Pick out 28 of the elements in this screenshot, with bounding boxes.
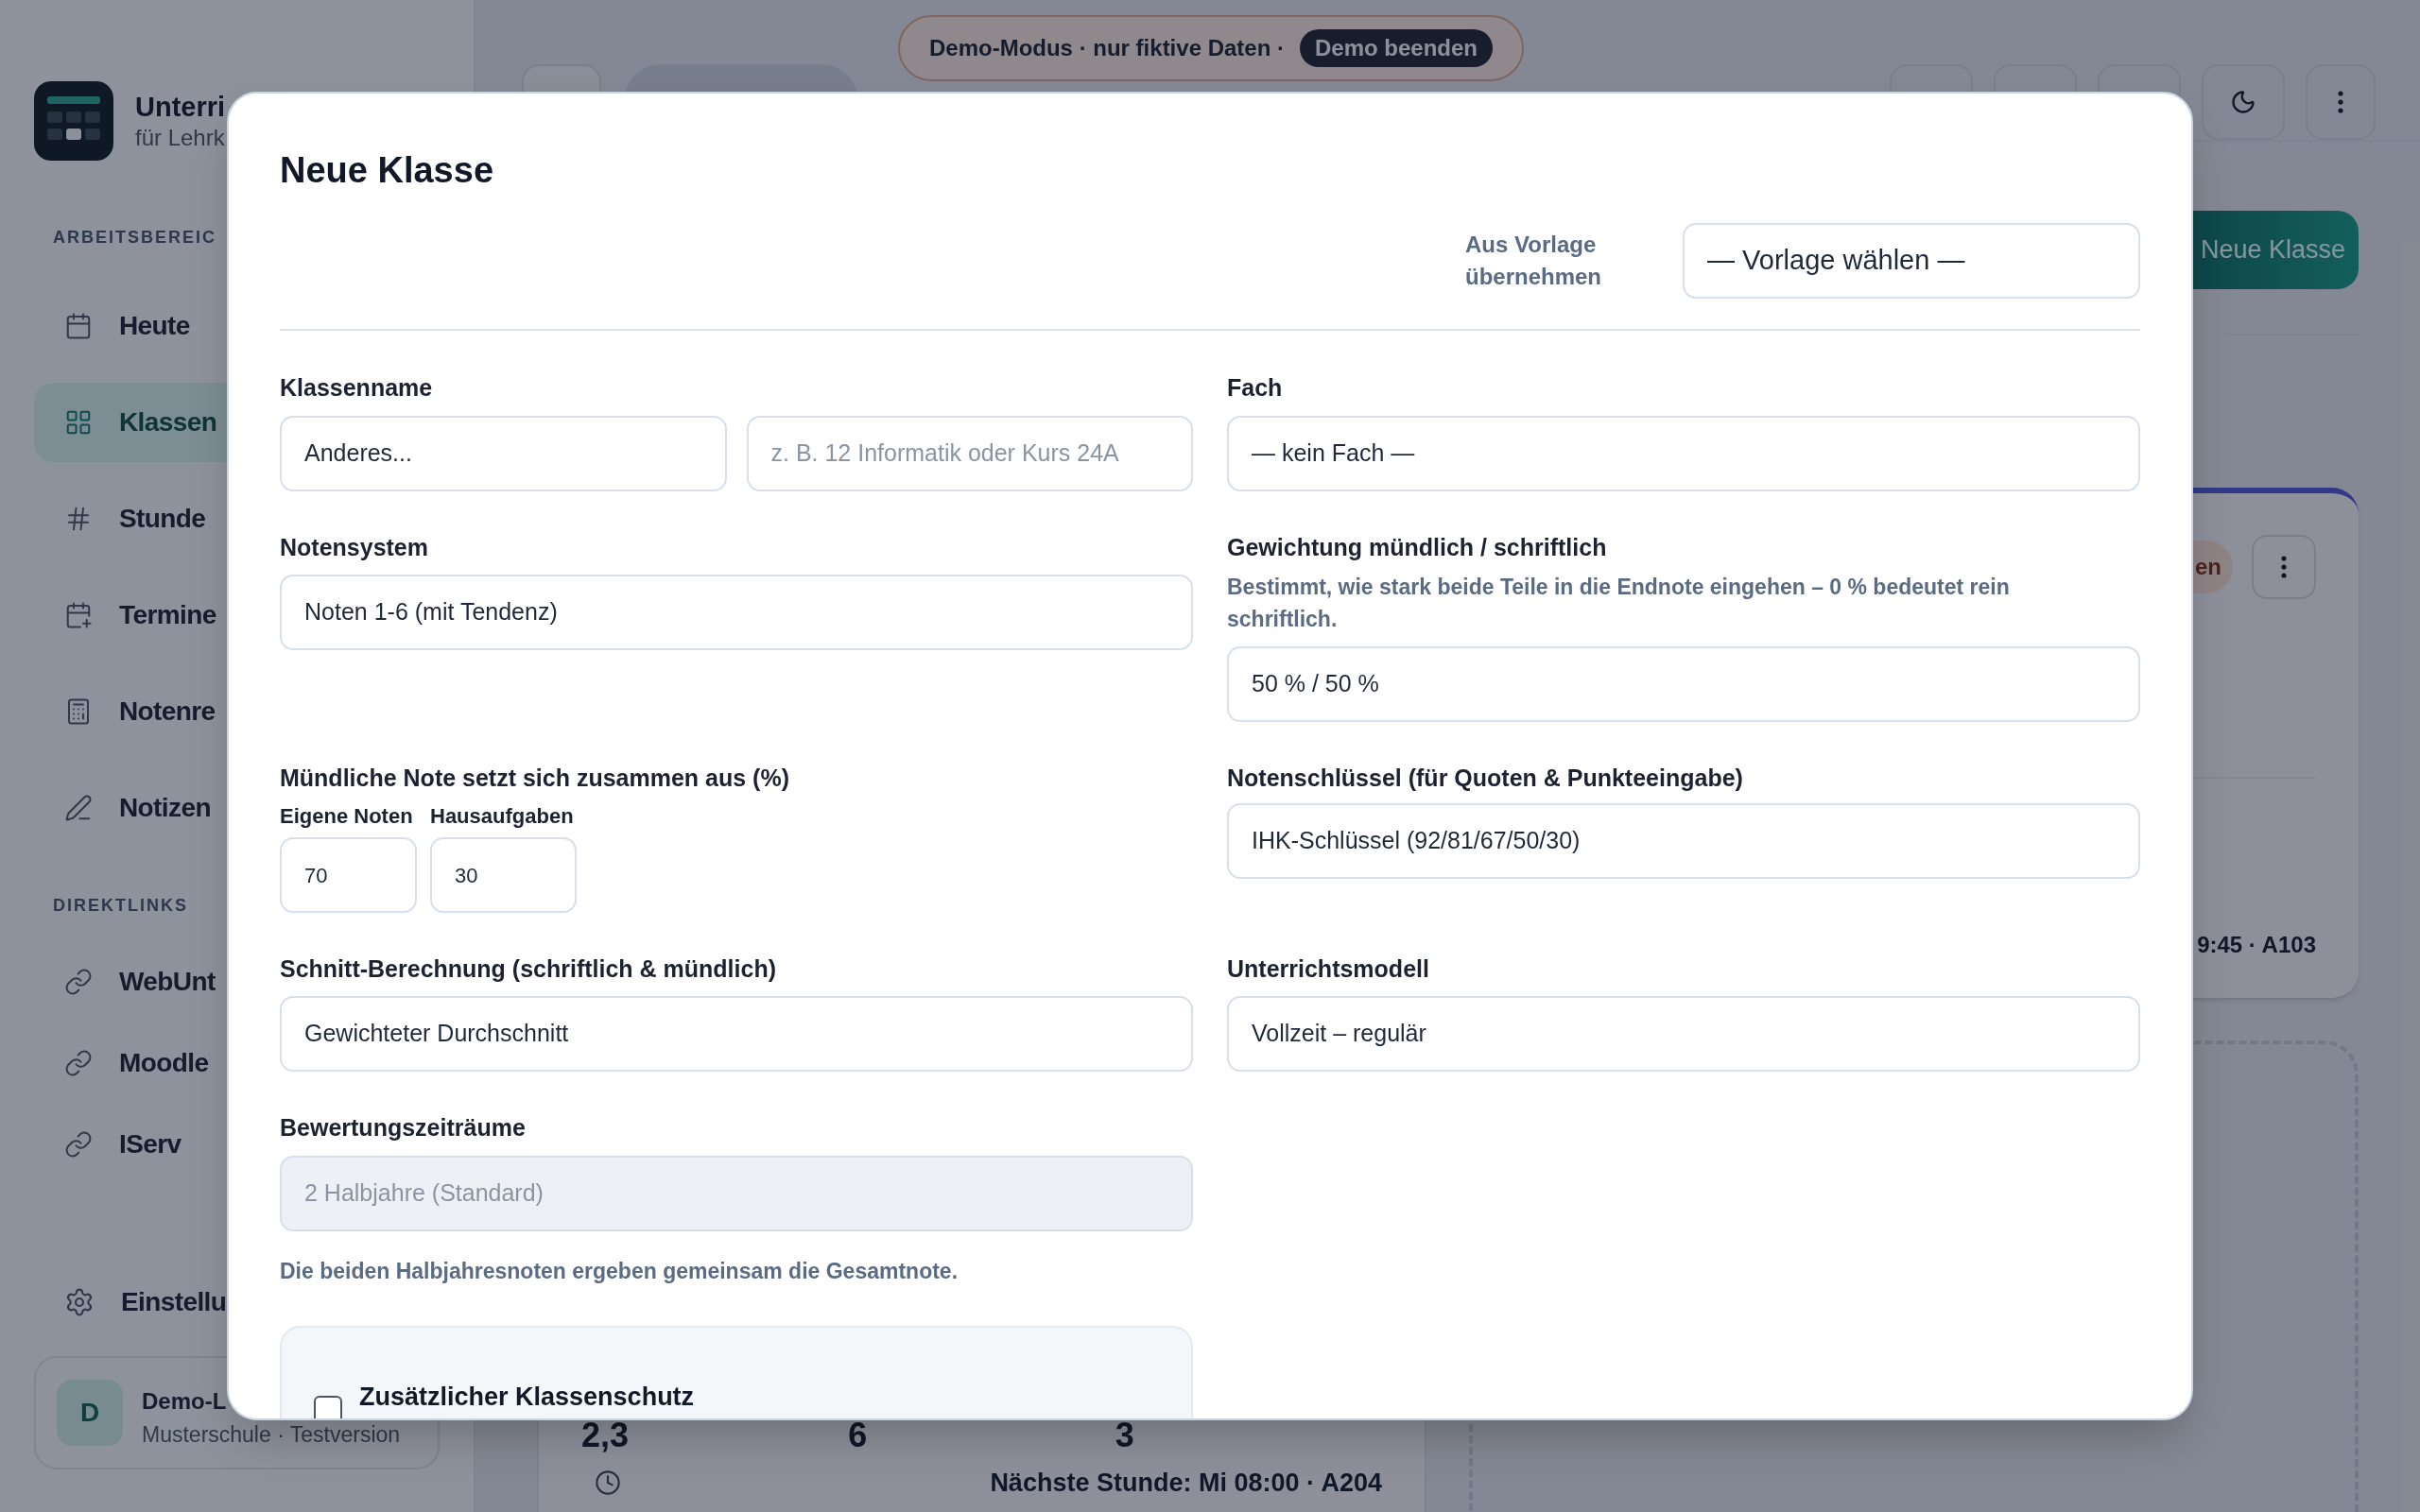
field-label: Unterrichtsmodell [1227, 954, 1430, 983]
field-label: Eigene Noten [280, 803, 414, 830]
field-label: Bewertungszeiträume [280, 1113, 527, 1142]
section-label: ARBEITSBEREIC [52, 227, 217, 249]
stat-value: 6 [848, 1417, 869, 1454]
stat-value: 3 [1115, 1417, 1135, 1454]
app-subtitle: für Lehrk [135, 124, 226, 152]
stat-value: 2,3 [581, 1417, 631, 1454]
field-label: Gewichtung mündlich / schriftlich [1227, 533, 1608, 561]
app-title: Unterri [135, 91, 226, 124]
field-label: Schnitt-Berechnung (schriftlich & mündlich) [280, 954, 777, 983]
field-label: Fach [1227, 373, 1284, 402]
help-text: Die beiden Halbjahresnoten ergeben gemeinsam die Gesamtnote. [280, 1258, 959, 1284]
field-label: Klassenname [280, 373, 434, 402]
template-label: Aus Vorlage übernehmen [1465, 231, 1603, 291]
avatar: D [57, 1380, 123, 1446]
dialog-title: Neue Klasse [280, 149, 494, 192]
section-label: DIREKTLINKS [52, 895, 189, 917]
help-text: Bestimmt, wie stark beide Teile in die Endnote eingehen – 0 % bedeutet rein schriftlich. [1227, 574, 2011, 633]
next-lesson-text: Nächste Stunde: Mi 08:00 · A204 [990, 1468, 1382, 1499]
demo-text: Demo-Modus · nur fiktive Daten · [928, 34, 1285, 62]
field-label: Hausaufgaben [430, 803, 575, 830]
user-detail: Musterschule · Testversion [142, 1420, 401, 1449]
field-label: Notenschlüssel (für Quoten & Punkteeingabe) [1227, 764, 1744, 792]
schedule-text: 9:45 · A103 [2197, 931, 2316, 959]
field-label: Mündliche Note setzt sich zusammen aus (%) [280, 764, 790, 792]
field-label: Notensystem [280, 533, 429, 561]
user-name: Demo-L [142, 1386, 227, 1416]
